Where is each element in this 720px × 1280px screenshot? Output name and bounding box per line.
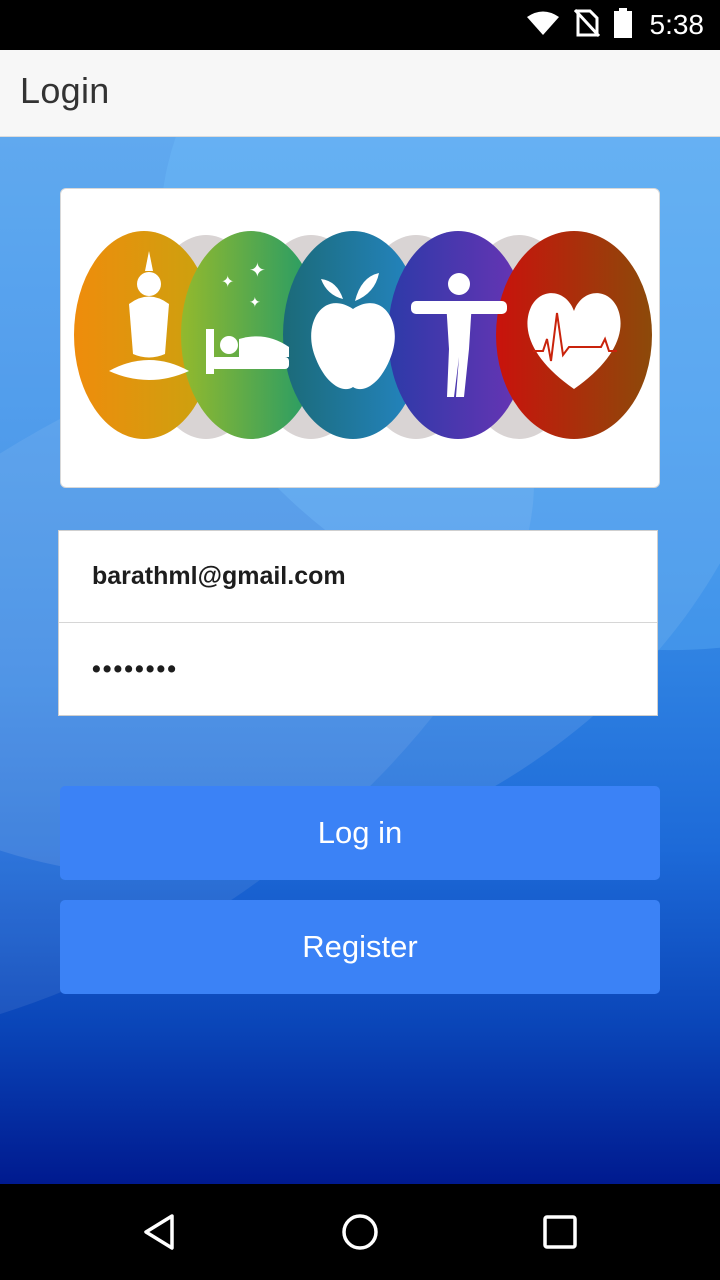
back-button[interactable]	[136, 1208, 184, 1256]
battery-icon	[613, 7, 632, 43]
health-logo: ✦ ✦ ✦	[74, 231, 652, 439]
password-field[interactable]: ••••••••	[59, 623, 657, 715]
svg-text:✦: ✦	[221, 272, 234, 291]
recents-icon	[543, 1215, 577, 1249]
no-sim-icon	[573, 8, 600, 42]
page-title: Login	[20, 70, 110, 111]
nav-bar	[0, 1184, 720, 1280]
wifi-icon	[526, 10, 560, 41]
svg-text:✦: ✦	[249, 295, 261, 311]
status-icons: 5:38	[526, 0, 705, 50]
app-bar: Login	[0, 50, 720, 137]
svg-text:✦: ✦	[249, 258, 266, 282]
login-button[interactable]: Log in	[60, 786, 660, 880]
home-icon	[342, 1214, 378, 1250]
back-icon	[144, 1214, 174, 1250]
recents-button[interactable]	[536, 1208, 584, 1256]
status-bar: 5:38	[0, 0, 720, 50]
status-time: 5:38	[649, 9, 705, 40]
login-content: ✦ ✦ ✦ barathml@gmail.com •••••••• Log in…	[0, 137, 720, 1184]
logo-card: ✦ ✦ ✦	[60, 188, 660, 488]
login-form: barathml@gmail.com ••••••••	[58, 530, 658, 716]
home-button[interactable]	[336, 1208, 384, 1256]
register-button[interactable]: Register	[60, 900, 660, 994]
email-field[interactable]: barathml@gmail.com	[59, 531, 657, 623]
